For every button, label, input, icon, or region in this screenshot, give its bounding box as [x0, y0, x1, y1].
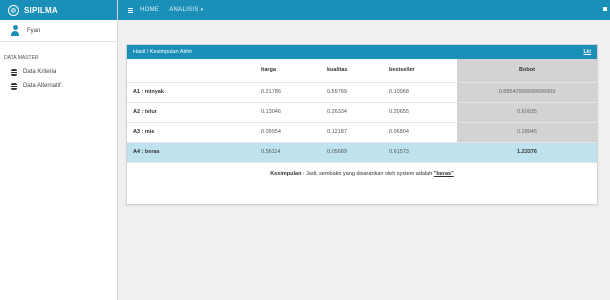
result-panel: Hasil / Kesimpulan Akhir Lkt harga kuali…: [126, 44, 598, 205]
cell-bestseller: 0.06804: [383, 122, 457, 143]
nav-home[interactable]: HOME: [140, 7, 159, 13]
cell-harga: 0.56114: [255, 142, 321, 163]
cell-harga: 0.09054: [255, 122, 321, 143]
nav-analisis-label: ANALISIS: [169, 7, 199, 13]
row-name: A2 : telur: [127, 102, 255, 123]
panel-title: Hasil / Kesimpulan Akhir: [133, 49, 193, 55]
square-icon[interactable]: [603, 7, 607, 11]
conclusion-result: "beras": [433, 170, 454, 177]
cell-bestseller: 0.20655: [383, 102, 457, 123]
chevron-down-icon: ▾: [200, 7, 204, 13]
row-name: A4 : beras: [127, 142, 255, 163]
cell-kualitas: 0.55789: [321, 82, 383, 103]
table-row: A2 : telur 0.13046 0.26334 0.20655 0.600…: [127, 102, 597, 123]
cell-bobot: 0.88542999999999999: [457, 82, 597, 103]
col-header-kualitas: kualitas: [321, 59, 383, 83]
cell-bestseller: 0.61573: [383, 142, 457, 163]
conclusion-text: Kesimpulan : Jadi, sembako yang disarank…: [127, 163, 597, 177]
panel-header: Hasil / Kesimpulan Akhir Lkt: [127, 45, 597, 59]
top-navbar: HOME ANALISIS ▾: [118, 0, 610, 20]
table-row: A3 : mie 0.09054 0.12187 0.06804 0.28045: [127, 122, 597, 143]
database-icon: [11, 68, 17, 76]
cell-bestseller: 0.10968: [383, 82, 457, 103]
sidebar-item-data-kriteria[interactable]: Data Kriteria: [0, 65, 117, 79]
table-header-row: harga kualitas bestseller Bobot: [127, 59, 597, 83]
sidebar-item-data-alternatif[interactable]: Data Alternatif: [0, 79, 117, 93]
brand-name: SIPILMA: [24, 5, 58, 15]
conclusion-label: Kesimpulan: [270, 170, 302, 177]
cell-kualitas: 0.26334: [321, 102, 383, 123]
sidebar-section-title: DATA MASTER: [4, 55, 39, 61]
cell-bobot: 1.23376: [457, 142, 597, 163]
table-row: A1 : minyak 0.21786 0.55789 0.10968 0.88…: [127, 82, 597, 103]
sidebar-item-label: Data Kriteria: [23, 69, 57, 75]
col-header-harga: harga: [255, 59, 321, 83]
row-name: A3 : mie: [127, 122, 255, 143]
brand-header[interactable]: ◎ SIPILMA: [0, 0, 117, 20]
table-row-highlighted: A4 : beras 0.56114 0.05689 0.61573 1.233…: [127, 142, 597, 163]
cell-harga: 0.13046: [255, 102, 321, 123]
cell-kualitas: 0.05689: [321, 142, 383, 163]
cell-bobot: 0.28045: [457, 122, 597, 143]
user-panel: Fyan: [0, 20, 117, 42]
col-header-bestseller: bestseller: [383, 59, 457, 83]
user-icon: [11, 25, 19, 36]
result-table: harga kualitas bestseller Bobot A1 : min…: [127, 59, 597, 163]
database-icon: [11, 82, 17, 90]
nav-analisis[interactable]: ANALISIS ▾: [169, 7, 203, 13]
col-header-bobot: Bobot: [457, 59, 597, 83]
panel-action-link[interactable]: Lkt: [584, 49, 592, 55]
circle-logo-icon: ◎: [8, 4, 19, 16]
col-header-alternatif: [127, 59, 255, 83]
hamburger-icon[interactable]: [128, 7, 133, 13]
user-name: Fyan: [27, 27, 41, 34]
cell-kualitas: 0.12187: [321, 122, 383, 143]
sidebar-item-label: Data Alternatif: [23, 83, 61, 89]
sidebar: ◎ SIPILMA Fyan DATA MASTER Data Kriteria…: [0, 0, 118, 300]
row-name: A1 : minyak: [127, 82, 255, 103]
cell-harga: 0.21786: [255, 82, 321, 103]
conclusion-body: : Jadi, sembako yang disarankan oleh sys…: [301, 170, 434, 177]
cell-bobot: 0.60035: [457, 102, 597, 123]
